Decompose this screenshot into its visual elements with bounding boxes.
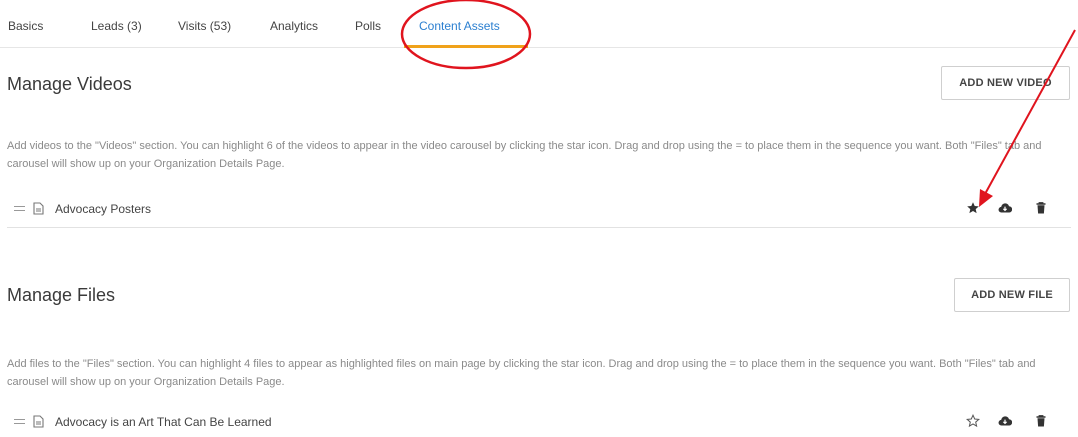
drag-handle-icon[interactable]: [14, 206, 25, 211]
add-new-video-button[interactable]: ADD NEW VIDEO: [941, 66, 1070, 100]
add-new-file-button[interactable]: ADD NEW FILE: [954, 278, 1070, 312]
tab-polls[interactable]: Polls: [355, 19, 381, 33]
files-description: Add files to the "Files" section. You ca…: [7, 358, 1036, 388]
video-item-label: Advocacy Posters: [55, 202, 152, 216]
content-tabs: Basics Leads (3) Visits (53) Analytics P…: [0, 0, 1078, 48]
star-outline-icon[interactable]: [966, 414, 980, 428]
cloud-download-icon[interactable]: [998, 201, 1012, 215]
tab-analytics[interactable]: Analytics: [270, 19, 318, 33]
cloud-download-icon[interactable]: [998, 414, 1012, 428]
tab-leads[interactable]: Leads (3): [91, 19, 142, 33]
file-list-item[interactable]: Advocacy is an Art That Can Be Learned: [7, 405, 1071, 437]
trash-icon[interactable]: [1034, 201, 1048, 215]
manage-files-title: Manage Files: [7, 285, 116, 305]
manage-videos-title: Manage Videos: [7, 74, 132, 94]
file-icon: [33, 415, 44, 428]
drag-handle-icon[interactable]: [14, 419, 25, 424]
tab-visits[interactable]: Visits (53): [178, 19, 231, 33]
trash-icon[interactable]: [1034, 414, 1048, 428]
tab-content-assets[interactable]: Content Assets: [419, 19, 500, 33]
tab-basics[interactable]: Basics: [8, 19, 43, 33]
active-tab-indicator: [404, 45, 528, 48]
videos-description: Add videos to the "Videos" section. You …: [7, 140, 1042, 170]
video-list-item[interactable]: Advocacy Posters: [7, 192, 1071, 228]
star-filled-icon[interactable]: [966, 201, 980, 215]
file-item-label: Advocacy is an Art That Can Be Learned: [55, 415, 272, 429]
file-icon: [33, 202, 44, 215]
